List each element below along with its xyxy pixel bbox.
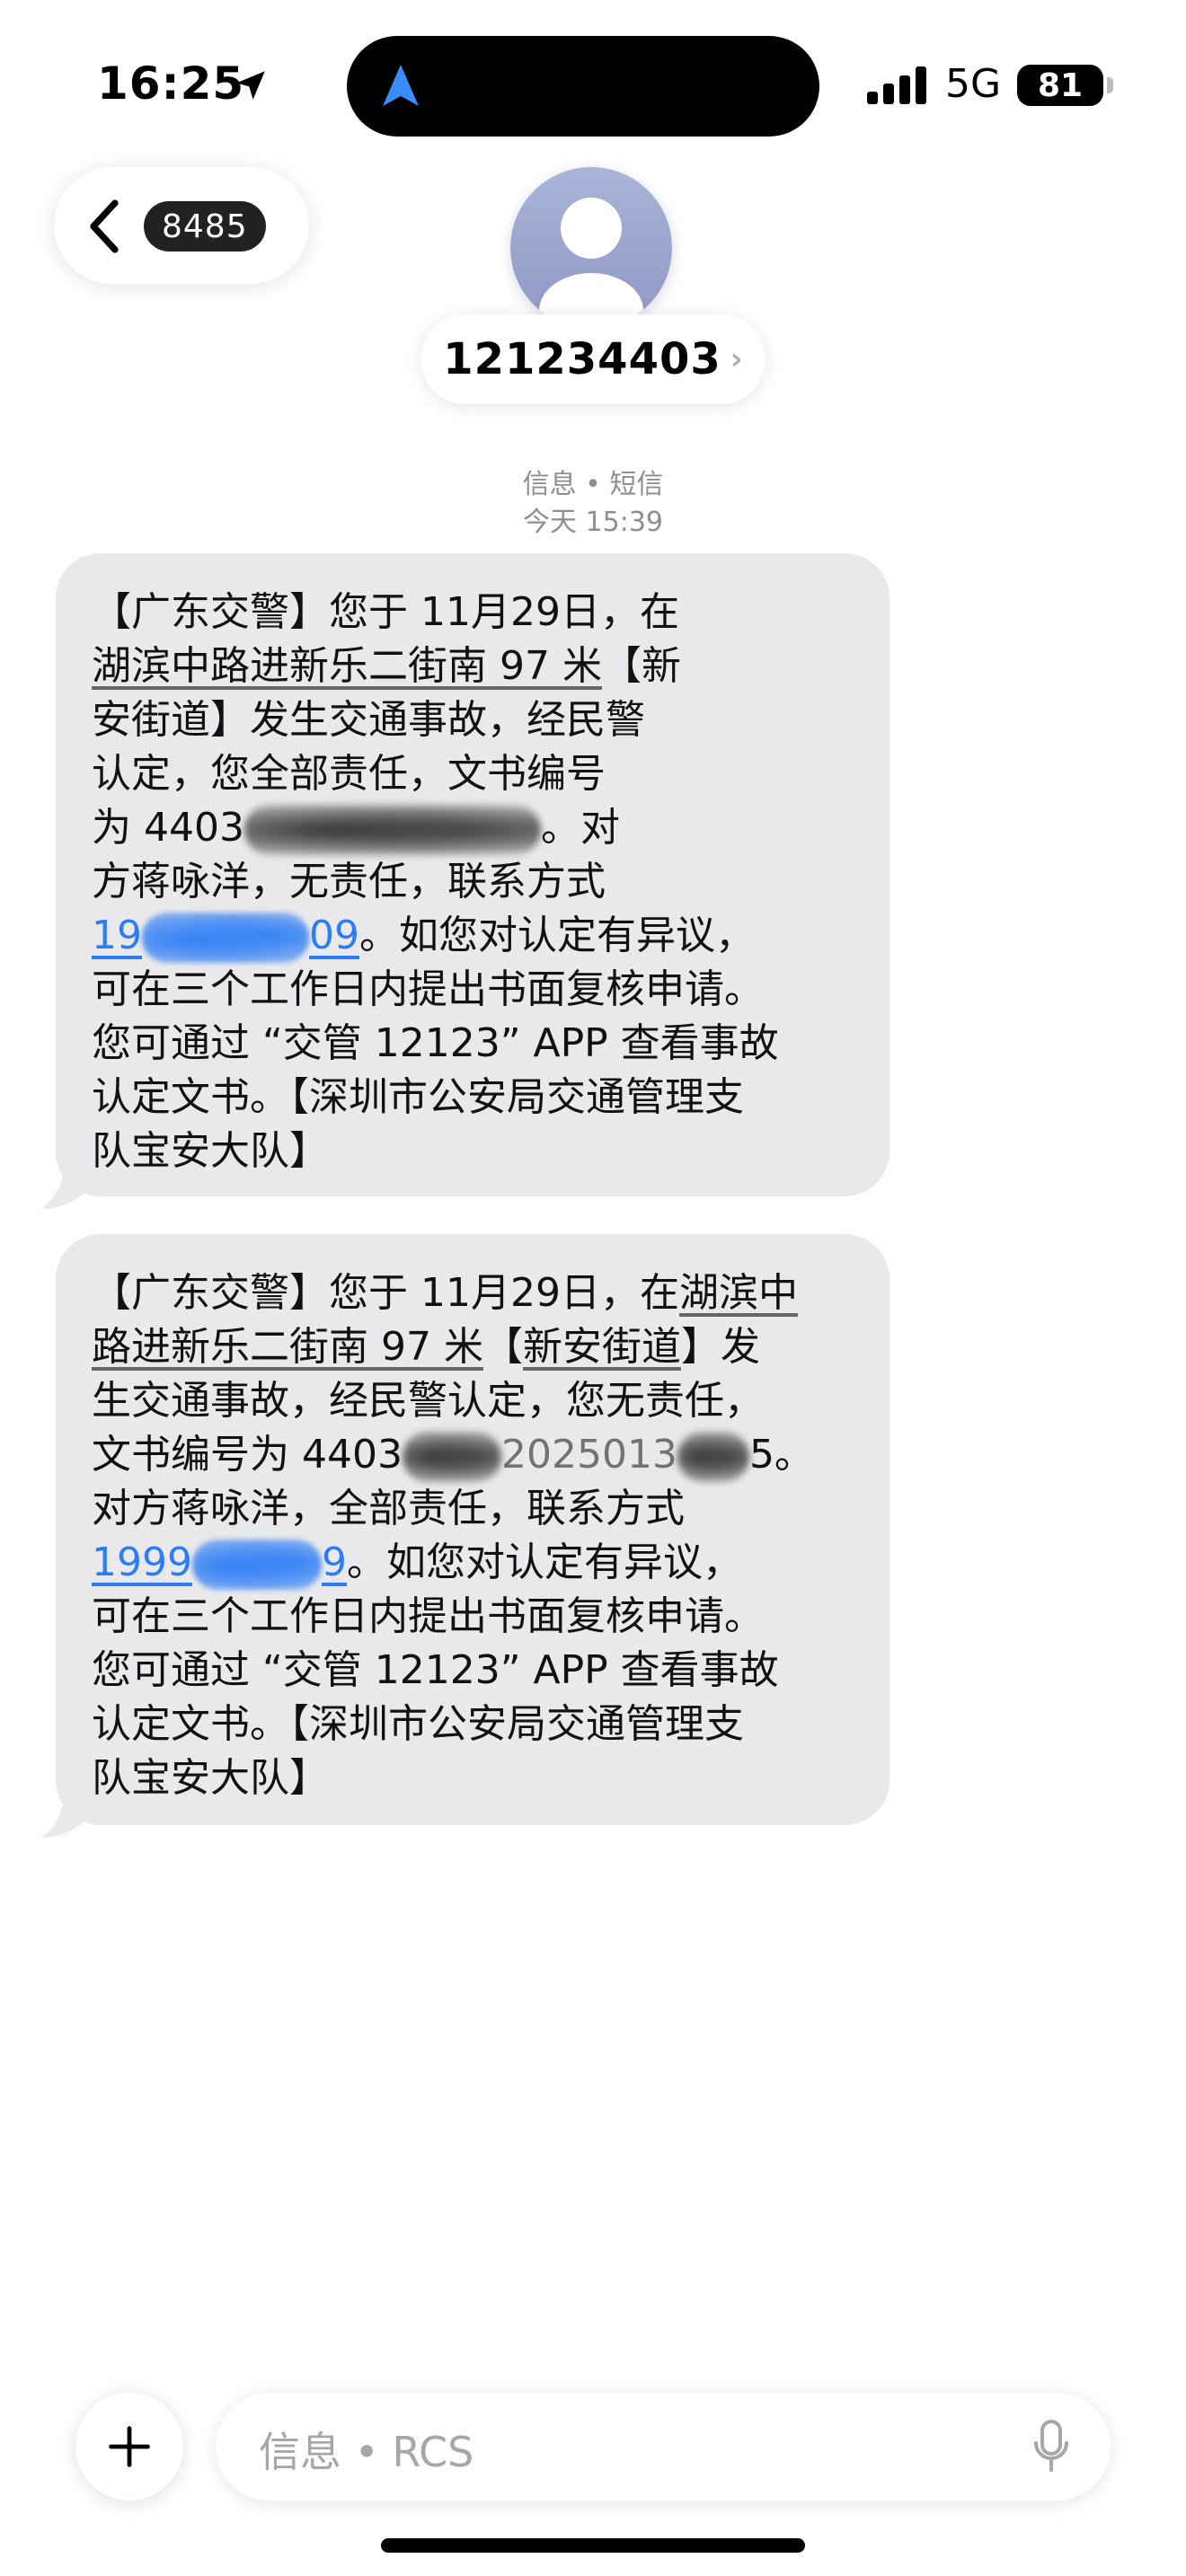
- address-link[interactable]: 新安街道: [523, 1324, 681, 1370]
- message-line: 队宝安大队】: [92, 1128, 329, 1174]
- plus-icon: [109, 2426, 150, 2467]
- message-input[interactable]: 信息 • RCS: [216, 2393, 1111, 2501]
- message-line: 【广东交警】您于 11月29日，在湖滨中: [92, 1270, 798, 1316]
- message-line: 安街道】发生交通事故，经民警: [92, 697, 645, 743]
- contact-avatar[interactable]: [510, 167, 672, 329]
- contact-name-button[interactable]: 121234403 ›: [420, 314, 766, 404]
- message-line: 认定，您全部责任，文书编号: [92, 751, 606, 797]
- bubble-tail: [41, 1798, 86, 1838]
- message-line: 可在三个工作日内提出书面复核申请。: [92, 966, 764, 1012]
- message-line: 1999 9。如您对认定有异议，: [92, 1536, 863, 1590]
- add-attachment-button[interactable]: [75, 2393, 183, 2501]
- message-line: 为 4403 。对: [92, 801, 863, 855]
- redaction-scribble: [191, 1539, 322, 1590]
- redaction-scribble: [243, 805, 541, 855]
- location-arrow-icon: [236, 71, 265, 100]
- message-timestamp: 今天 15:39: [523, 507, 663, 538]
- message-line: 认定文书。【深圳市公安局交通管理支: [92, 1074, 744, 1120]
- battery-cap: [1107, 77, 1113, 93]
- redaction-scribble: [677, 1432, 749, 1482]
- message-line: 对方蒋咏洋，全部责任，联系方式: [92, 1486, 685, 1531]
- home-indicator[interactable]: [381, 2538, 805, 2553]
- message-line: 您可通过 “交管 12123” APP 查看事故: [92, 1020, 779, 1066]
- message-line: 文书编号为 4403 2025013 5。: [92, 1428, 863, 1482]
- status-time: 16:25: [97, 57, 245, 110]
- chevron-right-icon: ›: [730, 341, 743, 377]
- message-line: 您可通过 “交管 12123” APP 查看事故: [92, 1647, 779, 1693]
- address-link[interactable]: 湖滨中: [679, 1270, 798, 1316]
- message-input-placeholder: 信息 • RCS: [259, 2428, 474, 2476]
- microphone-icon[interactable]: [1033, 2420, 1069, 2474]
- message-line: 队宝安大队】: [92, 1755, 329, 1801]
- battery-level: 81: [1037, 66, 1084, 104]
- address-link[interactable]: 路进新乐二街南 97 米: [92, 1324, 483, 1370]
- message-line: 路进新乐二街南 97 米【新安街道】发: [92, 1324, 760, 1370]
- network-type: 5G: [945, 61, 1002, 107]
- message-line: 可在三个工作日内提出书面复核申请。: [92, 1593, 764, 1639]
- phone-link[interactable]: 9: [322, 1539, 347, 1585]
- contact-name: 121234403: [443, 334, 721, 384]
- redaction-scribble: [402, 1432, 501, 1482]
- phone-link[interactable]: 19: [92, 913, 142, 958]
- message-bubble[interactable]: 【广东交警】您于 11月29日，在湖滨中 路进新乐二街南 97 米【新安街道】发…: [41, 1234, 890, 1838]
- navigation-arrow-icon: [383, 65, 419, 106]
- message-line: 19 09。如您对认定有异议，: [92, 909, 863, 963]
- message-bubble[interactable]: 【广东交警】您于 11月29日，在 湖滨中路进新乐二街南 97 米【新 安街道】…: [41, 553, 890, 1209]
- person-icon: [539, 198, 643, 329]
- unread-badge: 8485: [144, 201, 266, 251]
- chevron-left-icon: [90, 199, 119, 253]
- message-line: 生交通事故，经民警认定，您无责任，: [92, 1378, 764, 1424]
- message-line: 湖滨中路进新乐二街南 97 米【新: [92, 643, 681, 689]
- battery-icon: 81: [1017, 65, 1103, 106]
- message-line: 认定文书。【深圳市公安局交通管理支: [92, 1701, 744, 1747]
- message-line: 方蒋咏洋，无责任，联系方式: [92, 859, 606, 904]
- bubble-tail: [41, 1169, 86, 1209]
- cellular-signal-icon: [867, 66, 926, 104]
- service-label: 信息 • 短信: [522, 469, 664, 500]
- address-link[interactable]: 湖滨中路进新乐二街南 97 米: [92, 643, 602, 689]
- dynamic-island[interactable]: [347, 36, 819, 137]
- phone-link[interactable]: 1999: [92, 1539, 192, 1585]
- message-line: 【广东交警】您于 11月29日，在: [92, 589, 679, 635]
- phone-link[interactable]: 09: [309, 913, 359, 958]
- back-button[interactable]: 8485: [54, 167, 309, 284]
- redaction-scribble: [142, 913, 309, 963]
